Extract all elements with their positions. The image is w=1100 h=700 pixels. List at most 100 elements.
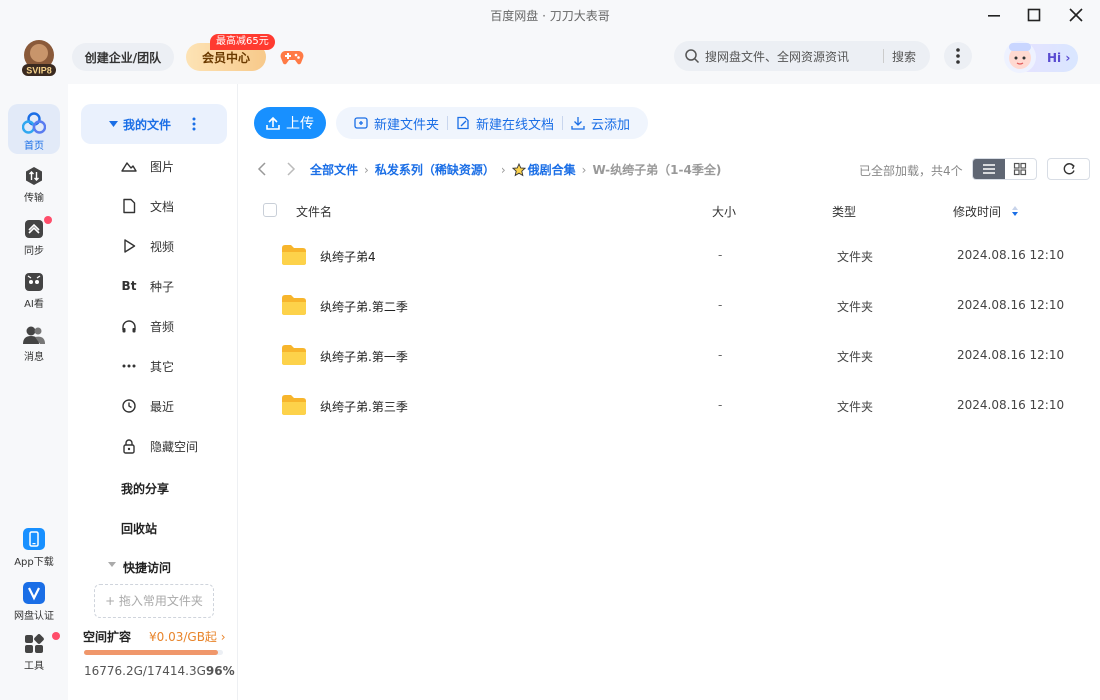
star-icon: [511, 162, 526, 176]
rail-item-ai-watch[interactable]: AI看: [8, 264, 60, 314]
column-name[interactable]: 文件名: [296, 203, 332, 220]
table-row[interactable]: 纨绔子弟.第二季 - 文件夹 2024.08.16 12:10: [238, 281, 1100, 331]
more-menu-button[interactable]: [944, 42, 972, 70]
assistant-widget[interactable]: Hi ›: [994, 38, 1080, 76]
new-folder-button[interactable]: 新建文件夹: [346, 114, 447, 133]
phone-icon: [23, 528, 45, 550]
sidebar-item-recent[interactable]: 最近: [81, 388, 227, 424]
rail-item-sync[interactable]: 同步: [8, 211, 60, 261]
refresh-button[interactable]: [1047, 158, 1090, 180]
game-icon[interactable]: [280, 46, 304, 66]
left-rail: 首页 传输 同步 AI看 消息 App下载 网盘认证 工具: [0, 84, 68, 700]
search-icon: [685, 49, 700, 64]
quota-upgrade-link[interactable]: ¥0.03/GB起 ›: [149, 628, 226, 645]
file-modified: 2024.08.16 12:10: [957, 248, 1065, 262]
rail-item-transfer[interactable]: 传输: [8, 158, 60, 208]
drop-folder-zone[interactable]: + 拖入常用文件夹: [94, 584, 214, 618]
sidebar-item-recycle-bin[interactable]: 回收站: [121, 520, 157, 537]
document-icon: [123, 198, 136, 214]
file-name: 纨绔子弟.第二季: [320, 300, 408, 314]
grid-view-icon: [1014, 162, 1027, 176]
sidebar-item-videos[interactable]: 视频: [81, 228, 227, 264]
file-type: 文件夹: [837, 350, 874, 364]
file-type: 文件夹: [837, 300, 874, 314]
minimize-icon: [988, 15, 1000, 17]
sort-icon[interactable]: [1011, 205, 1019, 217]
sidebar-item-others[interactable]: 其它: [81, 348, 227, 384]
file-size: -: [718, 398, 723, 412]
column-type[interactable]: 类型: [832, 203, 856, 220]
file-size: -: [718, 348, 723, 362]
ai-watch-icon: [25, 273, 43, 291]
sidebar-item-my-files[interactable]: 我的文件: [81, 104, 227, 144]
rail-item-app-download[interactable]: App下载: [8, 520, 60, 570]
list-status: 已全部加载，共4个: [859, 164, 963, 178]
app-window: 百度网盘 · 刀刀大表哥 SVIP8 创建企业/团队 会员中心 最高减65元 搜…: [0, 0, 1100, 700]
sidebar-item-audio[interactable]: 音频: [81, 308, 227, 344]
column-modified[interactable]: 修改时间: [953, 203, 1001, 220]
sidebar-item-torrents[interactable]: Bt 种子: [81, 268, 227, 304]
more-vertical-icon[interactable]: [192, 117, 196, 131]
refresh-icon: [1063, 163, 1075, 175]
back-arrow-icon[interactable]: [255, 161, 271, 177]
column-size[interactable]: 大小: [712, 203, 736, 220]
upload-button[interactable]: 上传: [254, 107, 326, 139]
quick-access-label: 快捷访问: [123, 561, 172, 575]
sidebar-item-documents[interactable]: 文档: [81, 188, 227, 224]
minimize-button[interactable]: [974, 0, 1014, 30]
breadcrumb: 全部文件 › 私发系列（稀缺资源） › 俄剧合集 › W-纨绔子弟（1-4季全): [310, 161, 721, 178]
folder-icon: [282, 245, 306, 265]
new-folder-icon: [354, 117, 368, 129]
forward-arrow-icon[interactable]: [282, 161, 298, 177]
user-avatar[interactable]: SVIP8: [18, 38, 60, 78]
breadcrumb-separator: ›: [581, 162, 587, 177]
view-mode-toggle: [972, 158, 1037, 180]
close-button[interactable]: [1056, 0, 1096, 30]
table-row[interactable]: 纨绔子弟.第一季 - 文件夹 2024.08.16 12:10: [238, 331, 1100, 381]
sidebar-item-my-share[interactable]: 我的分享: [121, 480, 169, 497]
breadcrumb-item[interactable]: 私发系列（稀缺资源）: [375, 161, 495, 178]
list-view-button[interactable]: [973, 159, 1005, 179]
assistant-mascot-icon: [1004, 41, 1036, 73]
rail-label: App下载: [14, 557, 54, 568]
vip-level-text: SVIP8: [26, 66, 52, 76]
more-vertical-icon: [956, 48, 960, 64]
file-size: -: [718, 248, 723, 262]
download-icon: [571, 117, 585, 130]
window-title: 百度网盘 · 刀刀大表哥: [490, 9, 610, 23]
cloud-add-button[interactable]: 云添加: [563, 114, 638, 133]
rail-label: 消息: [24, 352, 44, 363]
sidebar-item-hidden-space[interactable]: 隐藏空间: [81, 428, 227, 464]
rail-item-verification[interactable]: 网盘认证: [8, 574, 60, 624]
select-all-checkbox[interactable]: [263, 203, 277, 217]
rail-item-messages[interactable]: 消息: [8, 317, 60, 367]
verified-icon: [23, 582, 45, 604]
sidebar-item-label: 最近: [150, 400, 175, 414]
sidebar-item-label: 其它: [150, 360, 175, 374]
rail-item-home[interactable]: 首页: [8, 104, 60, 154]
audio-icon: [122, 320, 136, 333]
sidebar-item-label: 种子: [150, 280, 175, 294]
sync-icon: [25, 220, 43, 238]
search-input[interactable]: 搜网盘文件、全网资源资讯: [705, 48, 849, 65]
sidebar-item-images[interactable]: 图片: [81, 148, 227, 184]
create-enterprise-button[interactable]: 创建企业/团队: [72, 43, 174, 71]
breadcrumb-item[interactable]: 全部文件: [310, 161, 358, 178]
more-icon: [122, 364, 136, 368]
transfer-icon: [26, 167, 42, 185]
grid-view-button[interactable]: [1005, 159, 1037, 179]
rail-label: 网盘认证: [14, 611, 54, 622]
search-button[interactable]: 搜索: [892, 48, 916, 65]
new-online-doc-button[interactable]: 新建在线文档: [448, 114, 562, 133]
table-row[interactable]: 纨绔子弟.第三季 - 文件夹 2024.08.16 12:10: [238, 381, 1100, 431]
sidebar-item-label: 视频: [150, 240, 175, 254]
sidebar-item-label: 音频: [150, 320, 175, 334]
breadcrumb-item[interactable]: 俄剧合集: [528, 161, 576, 178]
search-box[interactable]: 搜网盘文件、全网资源资讯 搜索: [674, 41, 930, 71]
maximize-button[interactable]: [1014, 0, 1054, 30]
table-row[interactable]: 纨绔子弟4 - 文件夹 2024.08.16 12:10: [238, 231, 1100, 281]
image-icon: [121, 162, 137, 172]
recent-icon: [122, 399, 136, 413]
sidebar-quick-access[interactable]: 快捷访问: [68, 554, 238, 578]
rail-label: 工具: [24, 661, 44, 672]
